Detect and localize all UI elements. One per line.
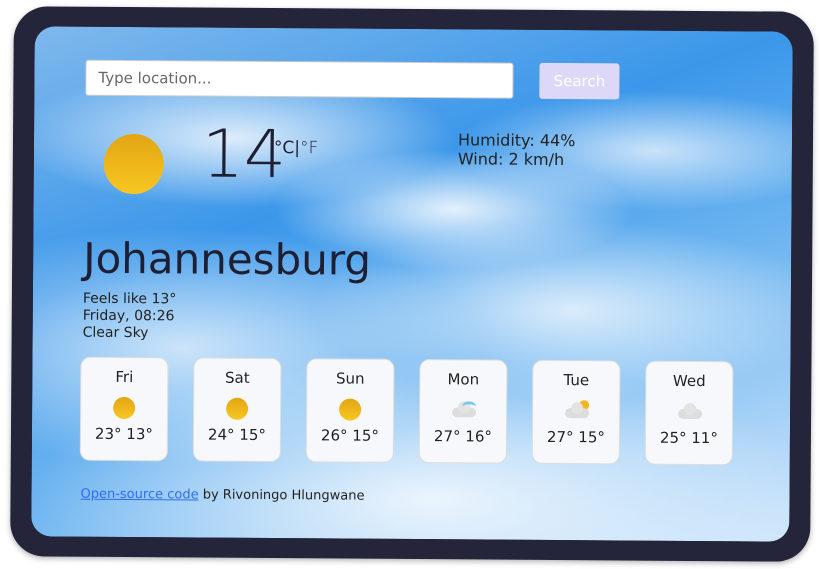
device-frame: Search 14 °C|°F Humidity: 44% Wind: 2 km… <box>10 6 814 562</box>
forecast-day: Sun <box>335 369 365 388</box>
forecast-day: Wed <box>672 371 706 391</box>
clear-sky-sun-icon <box>103 133 165 195</box>
sun-icon <box>113 396 136 420</box>
current-info: Feels like 13° Friday, 08:26 Clear Sky <box>83 291 177 343</box>
forecast-range: 23° 13° <box>94 424 153 444</box>
forecast-card: Sun 26° 15° <box>305 358 395 463</box>
forecast-icon <box>420 389 506 428</box>
cloud-icon <box>678 408 703 420</box>
sun-icon <box>226 397 249 420</box>
forecast-card: Sat 24° 15° <box>192 357 282 463</box>
forecast-card: Tue 27° 15° <box>531 359 621 465</box>
forecast-day: Mon <box>447 370 480 389</box>
forecast-icon <box>307 388 393 427</box>
forecast-range: 25° 11° <box>659 428 718 448</box>
forecast-card: Fri 23° 13° <box>79 356 169 462</box>
forecast-range: 27° 15° <box>546 427 605 447</box>
search-button[interactable]: Search <box>539 62 620 100</box>
sun-icon <box>339 398 362 421</box>
city-name: Johannesburg <box>83 233 372 285</box>
source-code-link[interactable]: Open-source code <box>80 487 198 503</box>
partly-cloudy-icon <box>565 408 590 419</box>
forecast: Fri 23° 13° Sat 24° 15° Sun 26° 15° Mon 27° 16°… <box>79 356 734 466</box>
forecast-day: Fri <box>115 367 134 387</box>
forecast-icon <box>533 390 619 429</box>
wind: Wind: 2 km/h <box>457 149 565 170</box>
date-time: Friday, 08:26 <box>82 307 175 325</box>
location-search-input[interactable] <box>85 59 514 99</box>
forecast-day: Sat <box>224 368 250 387</box>
weather-details: Humidity: 44% Wind: 2 km/h <box>458 130 576 169</box>
credit: by Rivoningo Hlungwane <box>198 487 365 504</box>
humidity: Humidity: 44% <box>457 130 576 151</box>
forecast-icon <box>646 391 732 430</box>
footer: Open-source code by Rivoningo Hlungwane <box>80 487 364 504</box>
feels-like: Feels like 13° <box>82 290 177 308</box>
forecast-card: Mon 27° 16° <box>418 359 508 464</box>
forecast-icon <box>194 387 280 426</box>
forecast-range: 26° 15° <box>320 426 379 445</box>
cloud-rain-icon <box>452 407 477 418</box>
forecast-card: Wed 25° 11° <box>644 360 734 466</box>
forecast-range: 24° 15° <box>207 425 266 444</box>
fahrenheit-link[interactable]: °F <box>300 138 318 158</box>
unit-toggle: °C|°F <box>274 138 319 158</box>
weather-description: Clear Sky <box>82 324 149 342</box>
forecast-day: Tue <box>563 371 590 390</box>
forecast-range: 27° 16° <box>433 427 492 446</box>
forecast-icon <box>81 387 167 426</box>
weather-app: Search 14 °C|°F Humidity: 44% Wind: 2 km… <box>31 26 793 542</box>
celsius-link[interactable]: °C <box>274 138 295 158</box>
